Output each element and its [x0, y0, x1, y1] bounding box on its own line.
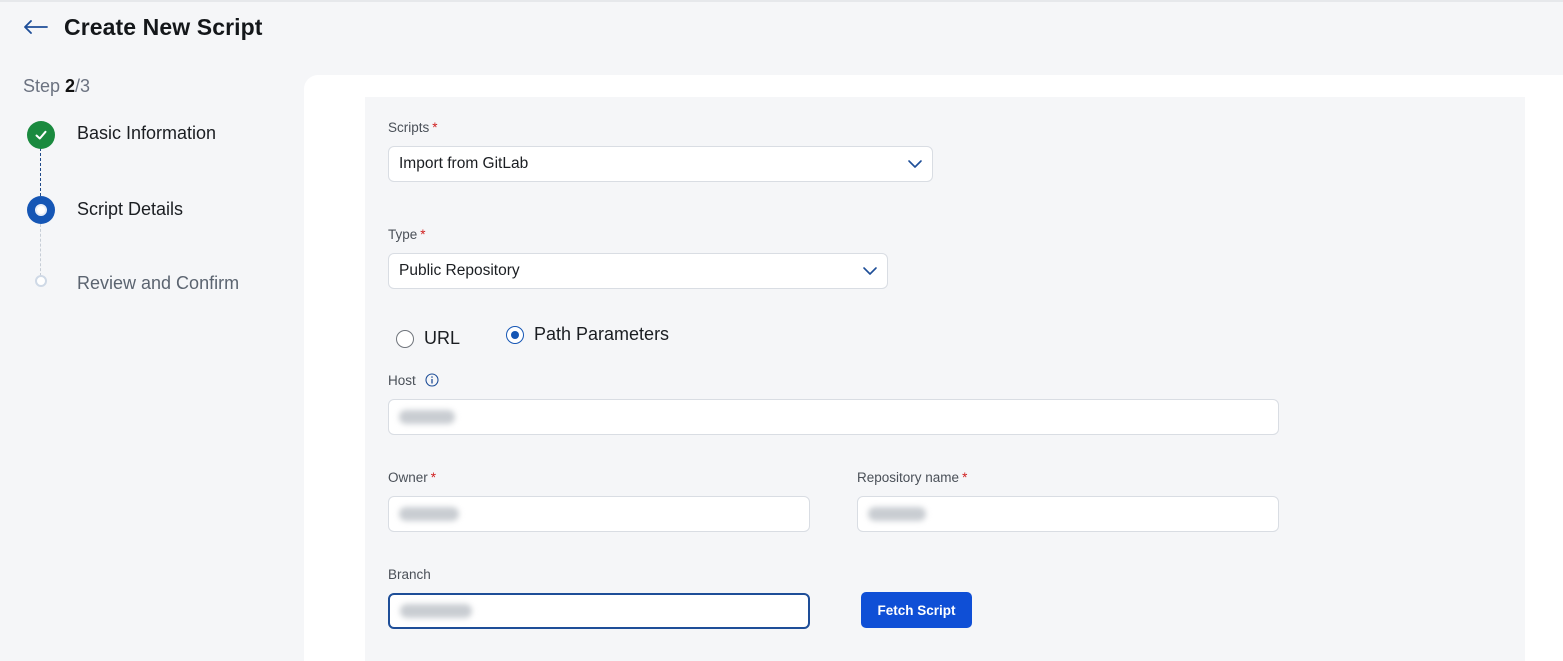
radio-url-control[interactable] — [396, 329, 414, 348]
step-prefix: Step — [23, 76, 66, 96]
required-marker: * — [962, 470, 968, 485]
check-icon — [27, 121, 55, 149]
branch-label: Branch — [388, 567, 431, 582]
required-marker: * — [420, 227, 426, 242]
redacted-value — [868, 507, 926, 521]
owner-label-text: Owner — [388, 470, 428, 485]
step-label-review-and-confirm: Review and Confirm — [77, 273, 240, 293]
chevron-down-icon — [861, 262, 879, 280]
radio-path-parameters-control[interactable] — [506, 325, 524, 344]
pending-step-icon — [35, 275, 47, 287]
active-step-icon — [27, 196, 55, 224]
required-marker: * — [430, 470, 437, 485]
host-label: Host — [388, 373, 416, 388]
scripts-select[interactable]: Import from GitLab — [388, 146, 933, 182]
page-title: Create New Script — [64, 13, 263, 40]
type-label-text: Type — [388, 227, 418, 242]
type-label: Type * — [388, 227, 426, 242]
owner-label: Owner * — [388, 470, 436, 485]
owner-input[interactable] — [388, 496, 810, 532]
redacted-value — [399, 507, 459, 521]
type-select-value: Public Repository — [399, 262, 520, 279]
step-counter: Step 2/3 — [23, 76, 90, 97]
page-header: Create New Script — [24, 12, 263, 42]
info-icon[interactable] — [425, 373, 439, 387]
scripts-select-value: Import from GitLab — [399, 155, 529, 172]
scripts-label-text: Scripts — [388, 120, 430, 135]
step-connector-pending — [40, 224, 41, 276]
arrow-left-icon[interactable] — [24, 17, 48, 37]
step-current: 2 — [65, 76, 76, 96]
radio-url[interactable]: URL — [396, 328, 460, 349]
required-marker: * — [432, 120, 438, 135]
step-label-script-details: Script Details — [77, 199, 184, 219]
stepper: Basic Information Script Details Review … — [26, 120, 286, 300]
redacted-value — [399, 410, 455, 424]
type-select[interactable]: Public Repository — [388, 253, 888, 289]
chevron-down-icon — [906, 155, 924, 173]
repository-name-label-text: Repository name — [857, 470, 960, 485]
branch-label-text: Branch — [388, 567, 431, 582]
branch-input[interactable] — [388, 593, 810, 629]
radio-path-parameters[interactable]: Path Parameters — [506, 324, 669, 345]
scripts-label: Scripts * — [388, 120, 438, 135]
radio-url-label: URL — [424, 328, 461, 348]
host-input[interactable] — [388, 399, 1279, 435]
fetch-script-button[interactable]: Fetch Script — [861, 592, 972, 628]
top-divider — [0, 0, 1563, 2]
step-label-basic-information: Basic Information — [77, 123, 217, 143]
redacted-value — [400, 604, 472, 618]
repository-name-input[interactable] — [857, 496, 1279, 532]
radio-path-parameters-label: Path Parameters — [534, 324, 670, 344]
repository-name-label: Repository name * — [857, 470, 967, 485]
host-label-text: Host — [388, 373, 416, 388]
step-connector-done — [40, 148, 41, 196]
step-total: /3 — [75, 76, 91, 96]
